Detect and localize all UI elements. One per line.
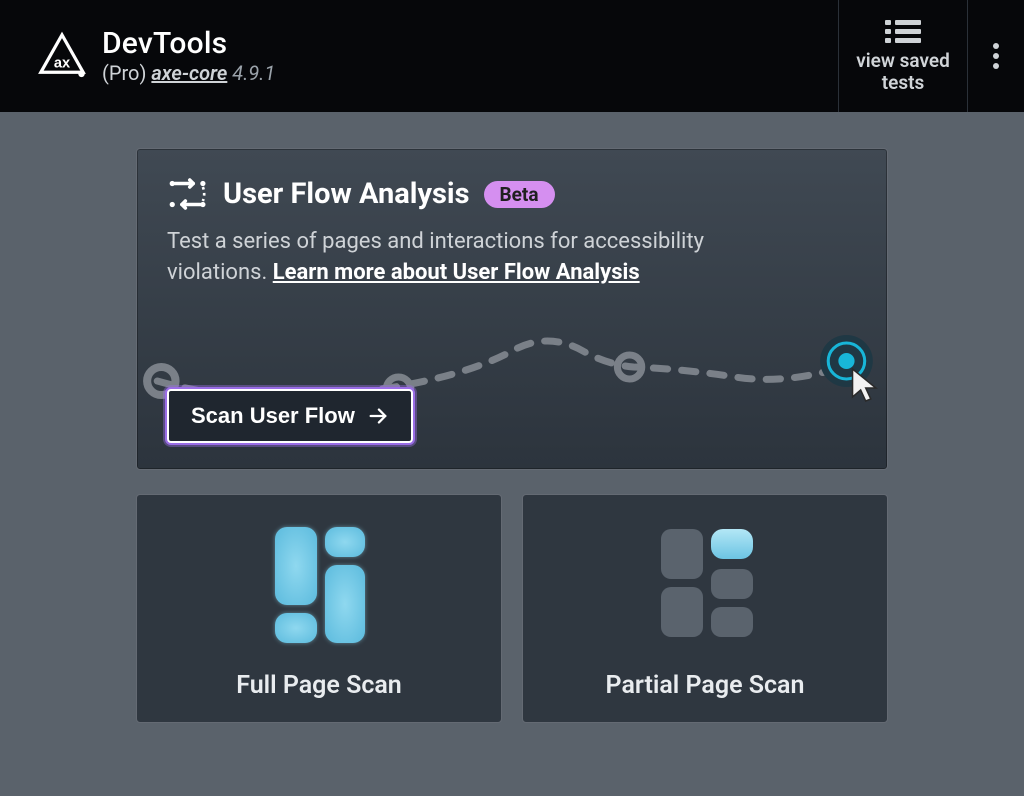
hero-title: User Flow Analysis [223, 177, 470, 211]
partial-page-scan-label: Partial Page Scan [606, 671, 805, 700]
main-stage: User Flow Analysis Beta Test a series of… [0, 112, 1024, 723]
scan-user-flow-button[interactable]: Scan User Flow [167, 389, 413, 443]
scan-button-label: Scan User Flow [191, 403, 355, 429]
svg-text:ax: ax [54, 55, 71, 71]
saved-tests-label-1: view saved [856, 50, 950, 72]
cursor-icon [853, 369, 876, 401]
kebab-icon [992, 42, 1000, 70]
hero-description: Test a series of pages and interactions … [167, 227, 807, 289]
arrow-right-icon [367, 405, 389, 427]
learn-more-link[interactable]: Learn more about User Flow Analysis [273, 260, 640, 285]
logo-block: ax DevTools (Pro) axe-core 4.9.1 [36, 27, 275, 85]
axe-version: 4.9.1 [232, 61, 275, 85]
app-title: DevTools [102, 27, 275, 62]
axe-logo-icon: ax [36, 30, 88, 82]
app-subtitle: (Pro) axe-core 4.9.1 [102, 62, 275, 85]
user-flow-card: User Flow Analysis Beta Test a series of… [136, 148, 888, 470]
beta-badge: Beta [484, 181, 555, 208]
full-page-scan-icon [239, 521, 399, 649]
partial-page-scan-tile[interactable]: Partial Page Scan [522, 494, 888, 723]
flow-icon [167, 175, 209, 213]
saved-tests-label-2: tests [882, 72, 925, 94]
axe-core-link[interactable]: axe-core [151, 61, 227, 85]
partial-page-scan-icon [625, 521, 785, 649]
app-header: ax DevTools (Pro) axe-core 4.9.1 view sa… [0, 0, 1024, 112]
header-actions: view saved tests [838, 0, 1024, 112]
full-page-scan-tile[interactable]: Full Page Scan [136, 494, 502, 723]
tier-label: (Pro) [102, 61, 146, 85]
full-page-scan-label: Full Page Scan [236, 671, 402, 700]
scan-tiles: Full Page Scan Partial Page Scan [136, 494, 888, 723]
list-icon [883, 18, 923, 46]
view-saved-tests-button[interactable]: view saved tests [838, 0, 968, 112]
overflow-menu-button[interactable] [968, 0, 1024, 112]
